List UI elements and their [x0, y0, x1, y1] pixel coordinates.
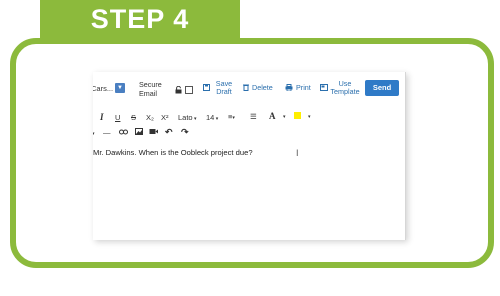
- send-button[interactable]: Send: [365, 80, 399, 96]
- secure-label-line1: Secure: [139, 80, 162, 89]
- horizontal-rule-icon[interactable]: —: [103, 128, 111, 137]
- step-label: STEP 4: [90, 4, 190, 34]
- message-body[interactable]: Mr. Dawkins. When is the Oobleck project…: [93, 148, 253, 157]
- undo-icon[interactable]: ↶: [165, 127, 173, 138]
- font-name-select[interactable]: Lato ▾: [178, 113, 197, 122]
- trash-icon: [243, 84, 249, 91]
- use-template-line2: Template: [330, 87, 360, 96]
- text-cursor-icon: I: [296, 148, 299, 158]
- bullet-list-icon[interactable]: ☰: [250, 112, 257, 121]
- secure-email-label: Secure Email: [139, 80, 162, 98]
- chevron-down-icon: ▾: [192, 116, 197, 122]
- align-select-icon[interactable]: ≡▾: [228, 112, 235, 121]
- save-icon: [203, 84, 210, 91]
- strikethrough-button[interactable]: S: [131, 113, 136, 122]
- image-icon[interactable]: [135, 128, 143, 137]
- template-icon: [320, 84, 328, 91]
- email-toolbar: Cars... ▼ Secure Email Save Draft Delete…: [93, 72, 405, 109]
- chevron-down-icon[interactable]: ▾: [93, 131, 95, 137]
- chevron-down-icon[interactable]: ▾: [308, 114, 311, 120]
- underline-button[interactable]: U: [115, 113, 120, 122]
- email-window: Cars... ▼ Secure Email Save Draft Delete…: [93, 72, 406, 240]
- chevron-down-icon[interactable]: ▾: [283, 114, 286, 120]
- text-color-button[interactable]: A: [269, 111, 276, 121]
- italic-button[interactable]: I: [100, 112, 104, 122]
- step-tab: STEP 4: [40, 0, 240, 40]
- font-name-value: Lato: [178, 113, 193, 122]
- print-label: Print: [296, 83, 311, 92]
- secure-label-line2: Email: [139, 89, 157, 98]
- video-icon[interactable]: [149, 128, 158, 137]
- save-draft-line2: Draft: [216, 87, 232, 96]
- link-icon[interactable]: [119, 128, 128, 137]
- font-size-select[interactable]: 14 ▾: [206, 113, 218, 122]
- chevron-down-icon: ▾: [214, 116, 219, 122]
- from-select[interactable]: Cars...: [93, 84, 113, 93]
- delete-label: Delete: [252, 83, 273, 92]
- subscript-button[interactable]: X₂: [146, 113, 154, 122]
- from-select-arrow-icon[interactable]: ▼: [115, 83, 125, 93]
- lock-icon: [175, 85, 182, 96]
- superscript-button[interactable]: X²: [161, 113, 169, 122]
- highlight-color-swatch[interactable]: [294, 112, 301, 119]
- redo-icon[interactable]: ↷: [181, 127, 189, 138]
- secure-email-checkbox[interactable]: [185, 86, 193, 94]
- format-toolbar: I U S X₂ X² Lato ▾ 14 ▾ ≡▾ ☰ A ▾ ▾ ▾ — ↶…: [93, 108, 405, 142]
- printer-icon: [285, 84, 293, 91]
